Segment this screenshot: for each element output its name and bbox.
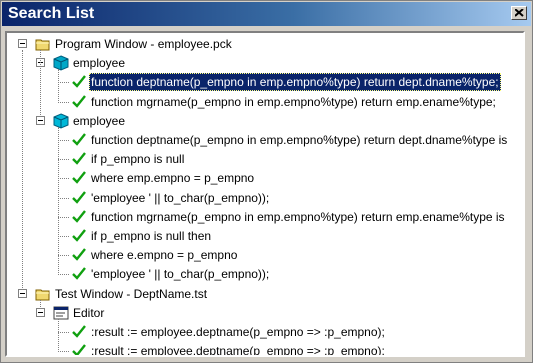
search-result-text: 'employee ' || to_char(p_empno)); — [91, 190, 270, 205]
tree-connector — [58, 178, 69, 180]
search-result-text: function deptname(p_empno in emp.empno%t… — [91, 133, 508, 147]
search-result-text: function deptname(p_empno in emp.empno%t… — [89, 73, 501, 92]
tree-connector — [58, 318, 59, 353]
search-result-text: :result := employee.deptname(p_empno => … — [91, 325, 385, 339]
group-label: Program Window - employee.pck — [55, 37, 232, 51]
search-result-text: function mgrname(p_empno in emp.empno%ty… — [91, 94, 496, 109]
search-result-item[interactable]: function mgrname(p_empno in emp.empno%ty… — [7, 208, 523, 226]
tree-connector — [58, 69, 59, 103]
search-result-item[interactable]: where e.empno = p_empno — [7, 246, 523, 264]
window-title: Search List — [8, 5, 95, 22]
tree-connector — [40, 299, 41, 309]
tree-connector — [58, 216, 69, 218]
search-result-item[interactable]: 'employee ' || to_char(p_empno)); — [7, 265, 523, 283]
tree-connector — [58, 236, 69, 237]
search-result-text: where emp.empno = p_empno — [91, 171, 255, 186]
search-result-item[interactable]: if p_empno is null — [7, 150, 523, 168]
close-icon — [515, 9, 524, 17]
tree-object[interactable]: Editor — [7, 304, 523, 322]
tree-connector — [58, 332, 69, 333]
search-result-item[interactable]: where emp.empno = p_empno — [7, 169, 523, 187]
object-label: Editor — [73, 305, 105, 320]
search-result-item[interactable]: function deptname(p_empno in emp.empno%t… — [7, 73, 523, 92]
group-label: Test Window - DeptName.tst — [55, 286, 208, 301]
collapse-icon[interactable] — [18, 39, 27, 48]
search-result-text: function mgrname(p_empno in emp.empno%ty… — [91, 209, 505, 224]
search-result-item[interactable]: if p_empno is null then — [7, 227, 523, 245]
search-result-item[interactable]: function deptname(p_empno in emp.empno%t… — [7, 131, 523, 149]
search-result-text: 'employee ' || to_char(p_empno)); — [91, 267, 270, 282]
tree-group[interactable]: Program Window - employee.pck — [7, 35, 523, 53]
search-result-item[interactable]: :result := employee.deptname(p_empno => … — [7, 323, 523, 341]
tree-connector — [58, 274, 69, 276]
tree-connector — [58, 351, 69, 353]
search-result-text: :result := employee.deptname(p_empno => … — [91, 344, 385, 357]
tree-connector — [58, 126, 59, 276]
tree-connector — [58, 197, 69, 199]
object-label: employee — [73, 113, 126, 128]
tree-object[interactable]: employee — [7, 54, 523, 72]
tree-connector — [58, 255, 69, 257]
title-bar[interactable]: Search List — [2, 2, 531, 26]
close-button[interactable] — [511, 6, 527, 20]
check-icon — [71, 343, 87, 355]
search-results-tree[interactable]: Program Window - employee.pck employee fun… — [5, 31, 525, 357]
search-result-text: if p_empno is null then — [91, 229, 212, 243]
tree-object[interactable]: employee — [7, 112, 523, 130]
tree-connector — [58, 140, 69, 141]
search-result-item[interactable]: 'employee ' || to_char(p_empno)); — [7, 189, 523, 207]
tree-connector — [58, 82, 69, 84]
tree-connector — [40, 50, 41, 117]
search-result-text: where e.empno = p_empno — [91, 248, 238, 263]
search-result-item[interactable]: :result := employee.deptname(p_empno => … — [7, 342, 523, 357]
tree-group[interactable]: Test Window - DeptName.tst — [7, 285, 523, 303]
search-list-window: Search List Program Window - employee.pc… — [0, 0, 533, 363]
tree-connector — [58, 101, 69, 103]
collapse-icon[interactable] — [36, 307, 45, 317]
tree-connector — [22, 50, 23, 290]
tree-connector — [58, 159, 69, 161]
search-result-item[interactable]: function mgrname(p_empno in emp.empno%ty… — [7, 93, 523, 111]
collapse-icon[interactable] — [18, 288, 27, 298]
collapse-icon[interactable] — [36, 115, 45, 125]
search-result-text: if p_empno is null — [91, 152, 185, 167]
object-label: employee — [73, 56, 126, 71]
